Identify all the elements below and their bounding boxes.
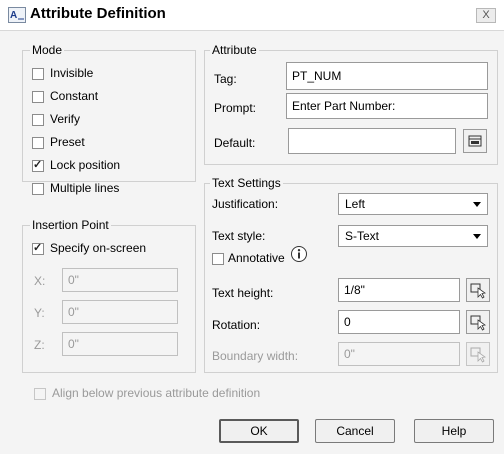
y-field[interactable]: 0" xyxy=(62,300,178,324)
lock-position-checkbox[interactable] xyxy=(32,158,44,172)
invisible-checkbox[interactable] xyxy=(32,68,44,80)
rotation-label: Rotation: xyxy=(212,318,261,332)
verify-checkbox[interactable] xyxy=(32,114,44,126)
x-label: X: xyxy=(34,274,46,288)
justification-label: Justification: xyxy=(212,197,279,211)
tag-label: Tag: xyxy=(214,72,237,86)
text-style-select[interactable]: S-Text xyxy=(338,225,488,247)
insert-field-icon xyxy=(468,135,482,147)
cancel-button[interactable]: Cancel xyxy=(315,419,395,443)
boundary-width-label: Boundary width: xyxy=(212,349,299,363)
chevron-down-icon xyxy=(473,234,481,239)
text-style-label: Text style: xyxy=(212,229,266,243)
verify-label: Verify xyxy=(50,112,81,126)
close-icon: X xyxy=(482,9,490,21)
pick-point-icon xyxy=(470,283,487,299)
help-button[interactable]: Help xyxy=(414,419,494,443)
y-label: Y: xyxy=(34,306,45,320)
justification-value: Left xyxy=(345,197,366,211)
align-below-label: Align below previous attribute definitio… xyxy=(52,386,261,400)
prompt-label: Prompt: xyxy=(214,101,257,115)
annotative-checkbox[interactable] xyxy=(212,253,224,265)
prompt-field[interactable]: Enter Part Number: xyxy=(286,93,488,119)
multiple-lines-checkbox[interactable] xyxy=(32,183,44,195)
text-height-label: Text height: xyxy=(212,286,274,300)
boundary-width-field[interactable]: 0" xyxy=(338,342,460,366)
pick-point-icon xyxy=(470,347,487,363)
specify-on-screen-checkbox[interactable] xyxy=(32,241,44,255)
annotative-label: Annotative xyxy=(228,251,285,265)
text-settings-title: Text Settings xyxy=(210,176,283,190)
text-height-pick-button[interactable] xyxy=(466,278,490,302)
rotation-field[interactable]: 0 xyxy=(338,310,460,334)
pick-point-icon xyxy=(470,315,487,331)
justification-select[interactable]: Left xyxy=(338,193,488,215)
close-button[interactable]: X xyxy=(476,8,496,23)
mode-group-title: Mode xyxy=(30,43,65,57)
invisible-label: Invisible xyxy=(50,66,94,80)
multiple-lines-label: Multiple lines xyxy=(50,181,120,195)
z-field[interactable]: 0" xyxy=(62,332,178,356)
z-label: Z: xyxy=(34,338,45,352)
preset-checkbox[interactable] xyxy=(32,137,44,149)
specify-on-screen-label: Specify on-screen xyxy=(50,241,147,255)
default-field[interactable] xyxy=(288,128,456,154)
text-height-field[interactable]: 1/8" xyxy=(338,278,460,302)
insertion-point-title: Insertion Point xyxy=(30,218,111,232)
ok-button[interactable]: OK xyxy=(219,419,299,443)
insert-field-button[interactable] xyxy=(463,129,487,153)
lock-position-label: Lock position xyxy=(50,158,121,172)
tag-field[interactable]: PT_NUM xyxy=(286,62,488,90)
constant-checkbox[interactable] xyxy=(32,91,44,103)
attribute-group-title: Attribute xyxy=(210,43,259,57)
info-icon[interactable] xyxy=(290,245,308,266)
preset-label: Preset xyxy=(50,135,85,149)
chevron-down-icon xyxy=(473,202,481,207)
attribute-app-icon: A xyxy=(8,7,26,23)
default-label: Default: xyxy=(214,136,256,150)
svg-text:A: A xyxy=(10,10,17,21)
align-below-checkbox[interactable] xyxy=(34,388,46,400)
boundary-width-pick-button[interactable] xyxy=(466,342,490,366)
rotation-pick-button[interactable] xyxy=(466,310,490,334)
text-style-value: S-Text xyxy=(345,229,380,243)
window-title: Attribute Definition xyxy=(30,5,166,22)
x-field[interactable]: 0" xyxy=(62,268,178,292)
constant-label: Constant xyxy=(50,89,99,103)
